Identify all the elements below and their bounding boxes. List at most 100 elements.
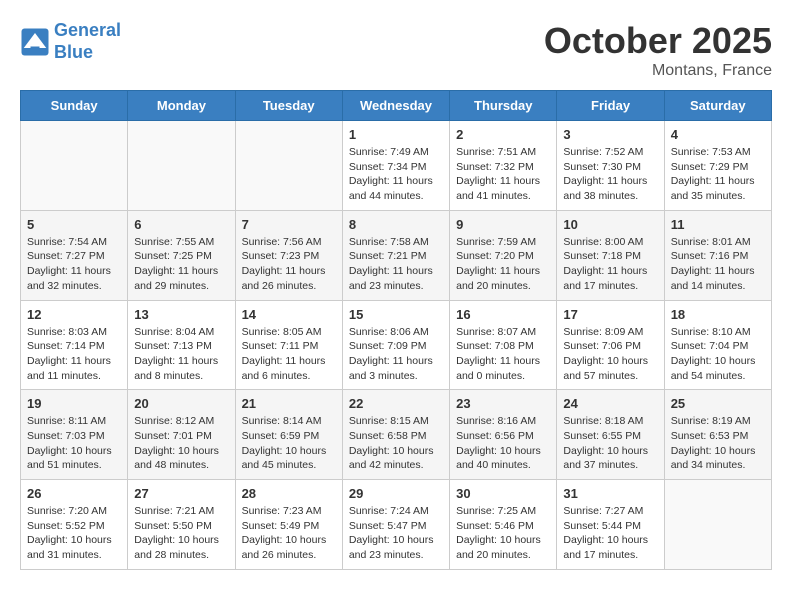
day-number: 29 <box>349 486 443 501</box>
day-number: 18 <box>671 307 765 322</box>
day-number: 28 <box>242 486 336 501</box>
day-info: Sunrise: 7:53 AM Sunset: 7:29 PM Dayligh… <box>671 145 765 204</box>
day-info: Sunrise: 8:18 AM Sunset: 6:55 PM Dayligh… <box>563 414 657 473</box>
calendar-cell: 12 Sunrise: 8:03 AM Sunset: 7:14 PM Dayli… <box>21 300 128 390</box>
calendar-week-1: 1 Sunrise: 7:49 AM Sunset: 7:34 PM Daylig… <box>21 121 772 211</box>
day-number: 4 <box>671 127 765 142</box>
day-number: 22 <box>349 396 443 411</box>
day-info: Sunrise: 7:20 AM Sunset: 5:52 PM Dayligh… <box>27 504 121 563</box>
page-header: General Blue October 2025 Montans, Franc… <box>20 20 772 80</box>
col-header-monday: Monday <box>128 91 235 121</box>
day-info: Sunrise: 8:09 AM Sunset: 7:06 PM Dayligh… <box>563 325 657 384</box>
col-header-wednesday: Wednesday <box>342 91 449 121</box>
calendar-week-3: 12 Sunrise: 8:03 AM Sunset: 7:14 PM Dayli… <box>21 300 772 390</box>
calendar-cell: 19 Sunrise: 8:11 AM Sunset: 7:03 PM Dayli… <box>21 390 128 480</box>
day-info: Sunrise: 8:04 AM Sunset: 7:13 PM Dayligh… <box>134 325 228 384</box>
col-header-saturday: Saturday <box>664 91 771 121</box>
day-info: Sunrise: 7:27 AM Sunset: 5:44 PM Dayligh… <box>563 504 657 563</box>
calendar-cell: 1 Sunrise: 7:49 AM Sunset: 7:34 PM Daylig… <box>342 121 449 211</box>
calendar-cell: 27 Sunrise: 7:21 AM Sunset: 5:50 PM Dayli… <box>128 480 235 570</box>
day-number: 30 <box>456 486 550 501</box>
day-headers: SundayMondayTuesdayWednesdayThursdayFrid… <box>21 91 772 121</box>
calendar-cell: 5 Sunrise: 7:54 AM Sunset: 7:27 PM Daylig… <box>21 210 128 300</box>
day-info: Sunrise: 7:49 AM Sunset: 7:34 PM Dayligh… <box>349 145 443 204</box>
col-header-sunday: Sunday <box>21 91 128 121</box>
day-info: Sunrise: 8:15 AM Sunset: 6:58 PM Dayligh… <box>349 414 443 473</box>
day-info: Sunrise: 8:11 AM Sunset: 7:03 PM Dayligh… <box>27 414 121 473</box>
calendar-cell: 23 Sunrise: 8:16 AM Sunset: 6:56 PM Dayli… <box>450 390 557 480</box>
day-info: Sunrise: 7:23 AM Sunset: 5:49 PM Dayligh… <box>242 504 336 563</box>
calendar-cell: 14Sunrise: 8:05 AM Sunset: 7:11 PM Dayli… <box>235 300 342 390</box>
calendar-cell: 30 Sunrise: 7:25 AM Sunset: 5:46 PM Dayli… <box>450 480 557 570</box>
calendar-cell: 25Sunrise: 8:19 AM Sunset: 6:53 PM Dayli… <box>664 390 771 480</box>
calendar-cell: 26Sunrise: 7:20 AM Sunset: 5:52 PM Dayli… <box>21 480 128 570</box>
calendar-cell <box>664 480 771 570</box>
calendar-week-5: 26Sunrise: 7:20 AM Sunset: 5:52 PM Dayli… <box>21 480 772 570</box>
day-number: 12 <box>27 307 121 322</box>
day-info: Sunrise: 8:03 AM Sunset: 7:14 PM Dayligh… <box>27 325 121 384</box>
day-number: 2 <box>456 127 550 142</box>
day-info: Sunrise: 8:05 AM Sunset: 7:11 PM Dayligh… <box>242 325 336 384</box>
day-number: 8 <box>349 217 443 232</box>
calendar-cell: 10 Sunrise: 8:00 AM Sunset: 7:18 PM Dayli… <box>557 210 664 300</box>
day-number: 9 <box>456 217 550 232</box>
day-info: Sunrise: 7:52 AM Sunset: 7:30 PM Dayligh… <box>563 145 657 204</box>
day-number: 31 <box>563 486 657 501</box>
day-number: 10 <box>563 217 657 232</box>
day-number: 7 <box>242 217 336 232</box>
day-info: Sunrise: 8:12 AM Sunset: 7:01 PM Dayligh… <box>134 414 228 473</box>
day-number: 11 <box>671 217 765 232</box>
logo-icon <box>20 27 50 57</box>
day-info: Sunrise: 8:16 AM Sunset: 6:56 PM Dayligh… <box>456 414 550 473</box>
calendar-cell: 17 Sunrise: 8:09 AM Sunset: 7:06 PM Dayli… <box>557 300 664 390</box>
day-info: Sunrise: 7:58 AM Sunset: 7:21 PM Dayligh… <box>349 235 443 294</box>
day-info: Sunrise: 8:07 AM Sunset: 7:08 PM Dayligh… <box>456 325 550 384</box>
col-header-tuesday: Tuesday <box>235 91 342 121</box>
day-number: 17 <box>563 307 657 322</box>
title-block: October 2025 Montans, France <box>544 20 772 80</box>
calendar-cell: 18 Sunrise: 8:10 AM Sunset: 7:04 PM Dayli… <box>664 300 771 390</box>
calendar-cell: 3 Sunrise: 7:52 AM Sunset: 7:30 PM Daylig… <box>557 121 664 211</box>
day-info: Sunrise: 7:51 AM Sunset: 7:32 PM Dayligh… <box>456 145 550 204</box>
day-info: Sunrise: 7:59 AM Sunset: 7:20 PM Dayligh… <box>456 235 550 294</box>
calendar-cell: 16 Sunrise: 8:07 AM Sunset: 7:08 PM Dayli… <box>450 300 557 390</box>
day-number: 19 <box>27 396 121 411</box>
calendar-cell: 11Sunrise: 8:01 AM Sunset: 7:16 PM Dayli… <box>664 210 771 300</box>
day-number: 27 <box>134 486 228 501</box>
day-info: Sunrise: 8:14 AM Sunset: 6:59 PM Dayligh… <box>242 414 336 473</box>
day-info: Sunrise: 8:10 AM Sunset: 7:04 PM Dayligh… <box>671 325 765 384</box>
calendar-cell: 8 Sunrise: 7:58 AM Sunset: 7:21 PM Daylig… <box>342 210 449 300</box>
day-number: 23 <box>456 396 550 411</box>
day-number: 21 <box>242 396 336 411</box>
calendar-cell: 20Sunrise: 8:12 AM Sunset: 7:01 PM Dayli… <box>128 390 235 480</box>
logo: General Blue <box>20 20 121 63</box>
calendar-cell: 13 Sunrise: 8:04 AM Sunset: 7:13 PM Dayli… <box>128 300 235 390</box>
calendar-cell: 31 Sunrise: 7:27 AM Sunset: 5:44 PM Dayli… <box>557 480 664 570</box>
day-info: Sunrise: 7:25 AM Sunset: 5:46 PM Dayligh… <box>456 504 550 563</box>
day-info: Sunrise: 7:21 AM Sunset: 5:50 PM Dayligh… <box>134 504 228 563</box>
calendar-week-2: 5 Sunrise: 7:54 AM Sunset: 7:27 PM Daylig… <box>21 210 772 300</box>
logo-line2: Blue <box>54 42 93 62</box>
day-info: Sunrise: 8:19 AM Sunset: 6:53 PM Dayligh… <box>671 414 765 473</box>
calendar-cell: 21 Sunrise: 8:14 AM Sunset: 6:59 PM Dayli… <box>235 390 342 480</box>
calendar-cell: 9 Sunrise: 7:59 AM Sunset: 7:20 PM Daylig… <box>450 210 557 300</box>
day-info: Sunrise: 8:00 AM Sunset: 7:18 PM Dayligh… <box>563 235 657 294</box>
day-number: 13 <box>134 307 228 322</box>
day-info: Sunrise: 7:54 AM Sunset: 7:27 PM Dayligh… <box>27 235 121 294</box>
calendar-cell: 15Sunrise: 8:06 AM Sunset: 7:09 PM Dayli… <box>342 300 449 390</box>
calendar-cell: 2 Sunrise: 7:51 AM Sunset: 7:32 PM Daylig… <box>450 121 557 211</box>
calendar-cell: 22 Sunrise: 8:15 AM Sunset: 6:58 PM Dayli… <box>342 390 449 480</box>
day-number: 16 <box>456 307 550 322</box>
calendar-cell: 28 Sunrise: 7:23 AM Sunset: 5:49 PM Dayli… <box>235 480 342 570</box>
day-info: Sunrise: 7:56 AM Sunset: 7:23 PM Dayligh… <box>242 235 336 294</box>
logo-text: General Blue <box>54 20 121 63</box>
calendar-cell <box>21 121 128 211</box>
day-number: 24 <box>563 396 657 411</box>
day-number: 1 <box>349 127 443 142</box>
calendar-cell: 7 Sunrise: 7:56 AM Sunset: 7:23 PM Daylig… <box>235 210 342 300</box>
day-number: 3 <box>563 127 657 142</box>
location: Montans, France <box>544 62 772 80</box>
calendar-cell: 29Sunrise: 7:24 AM Sunset: 5:47 PM Dayli… <box>342 480 449 570</box>
day-number: 5 <box>27 217 121 232</box>
logo-line1: General <box>54 20 121 40</box>
